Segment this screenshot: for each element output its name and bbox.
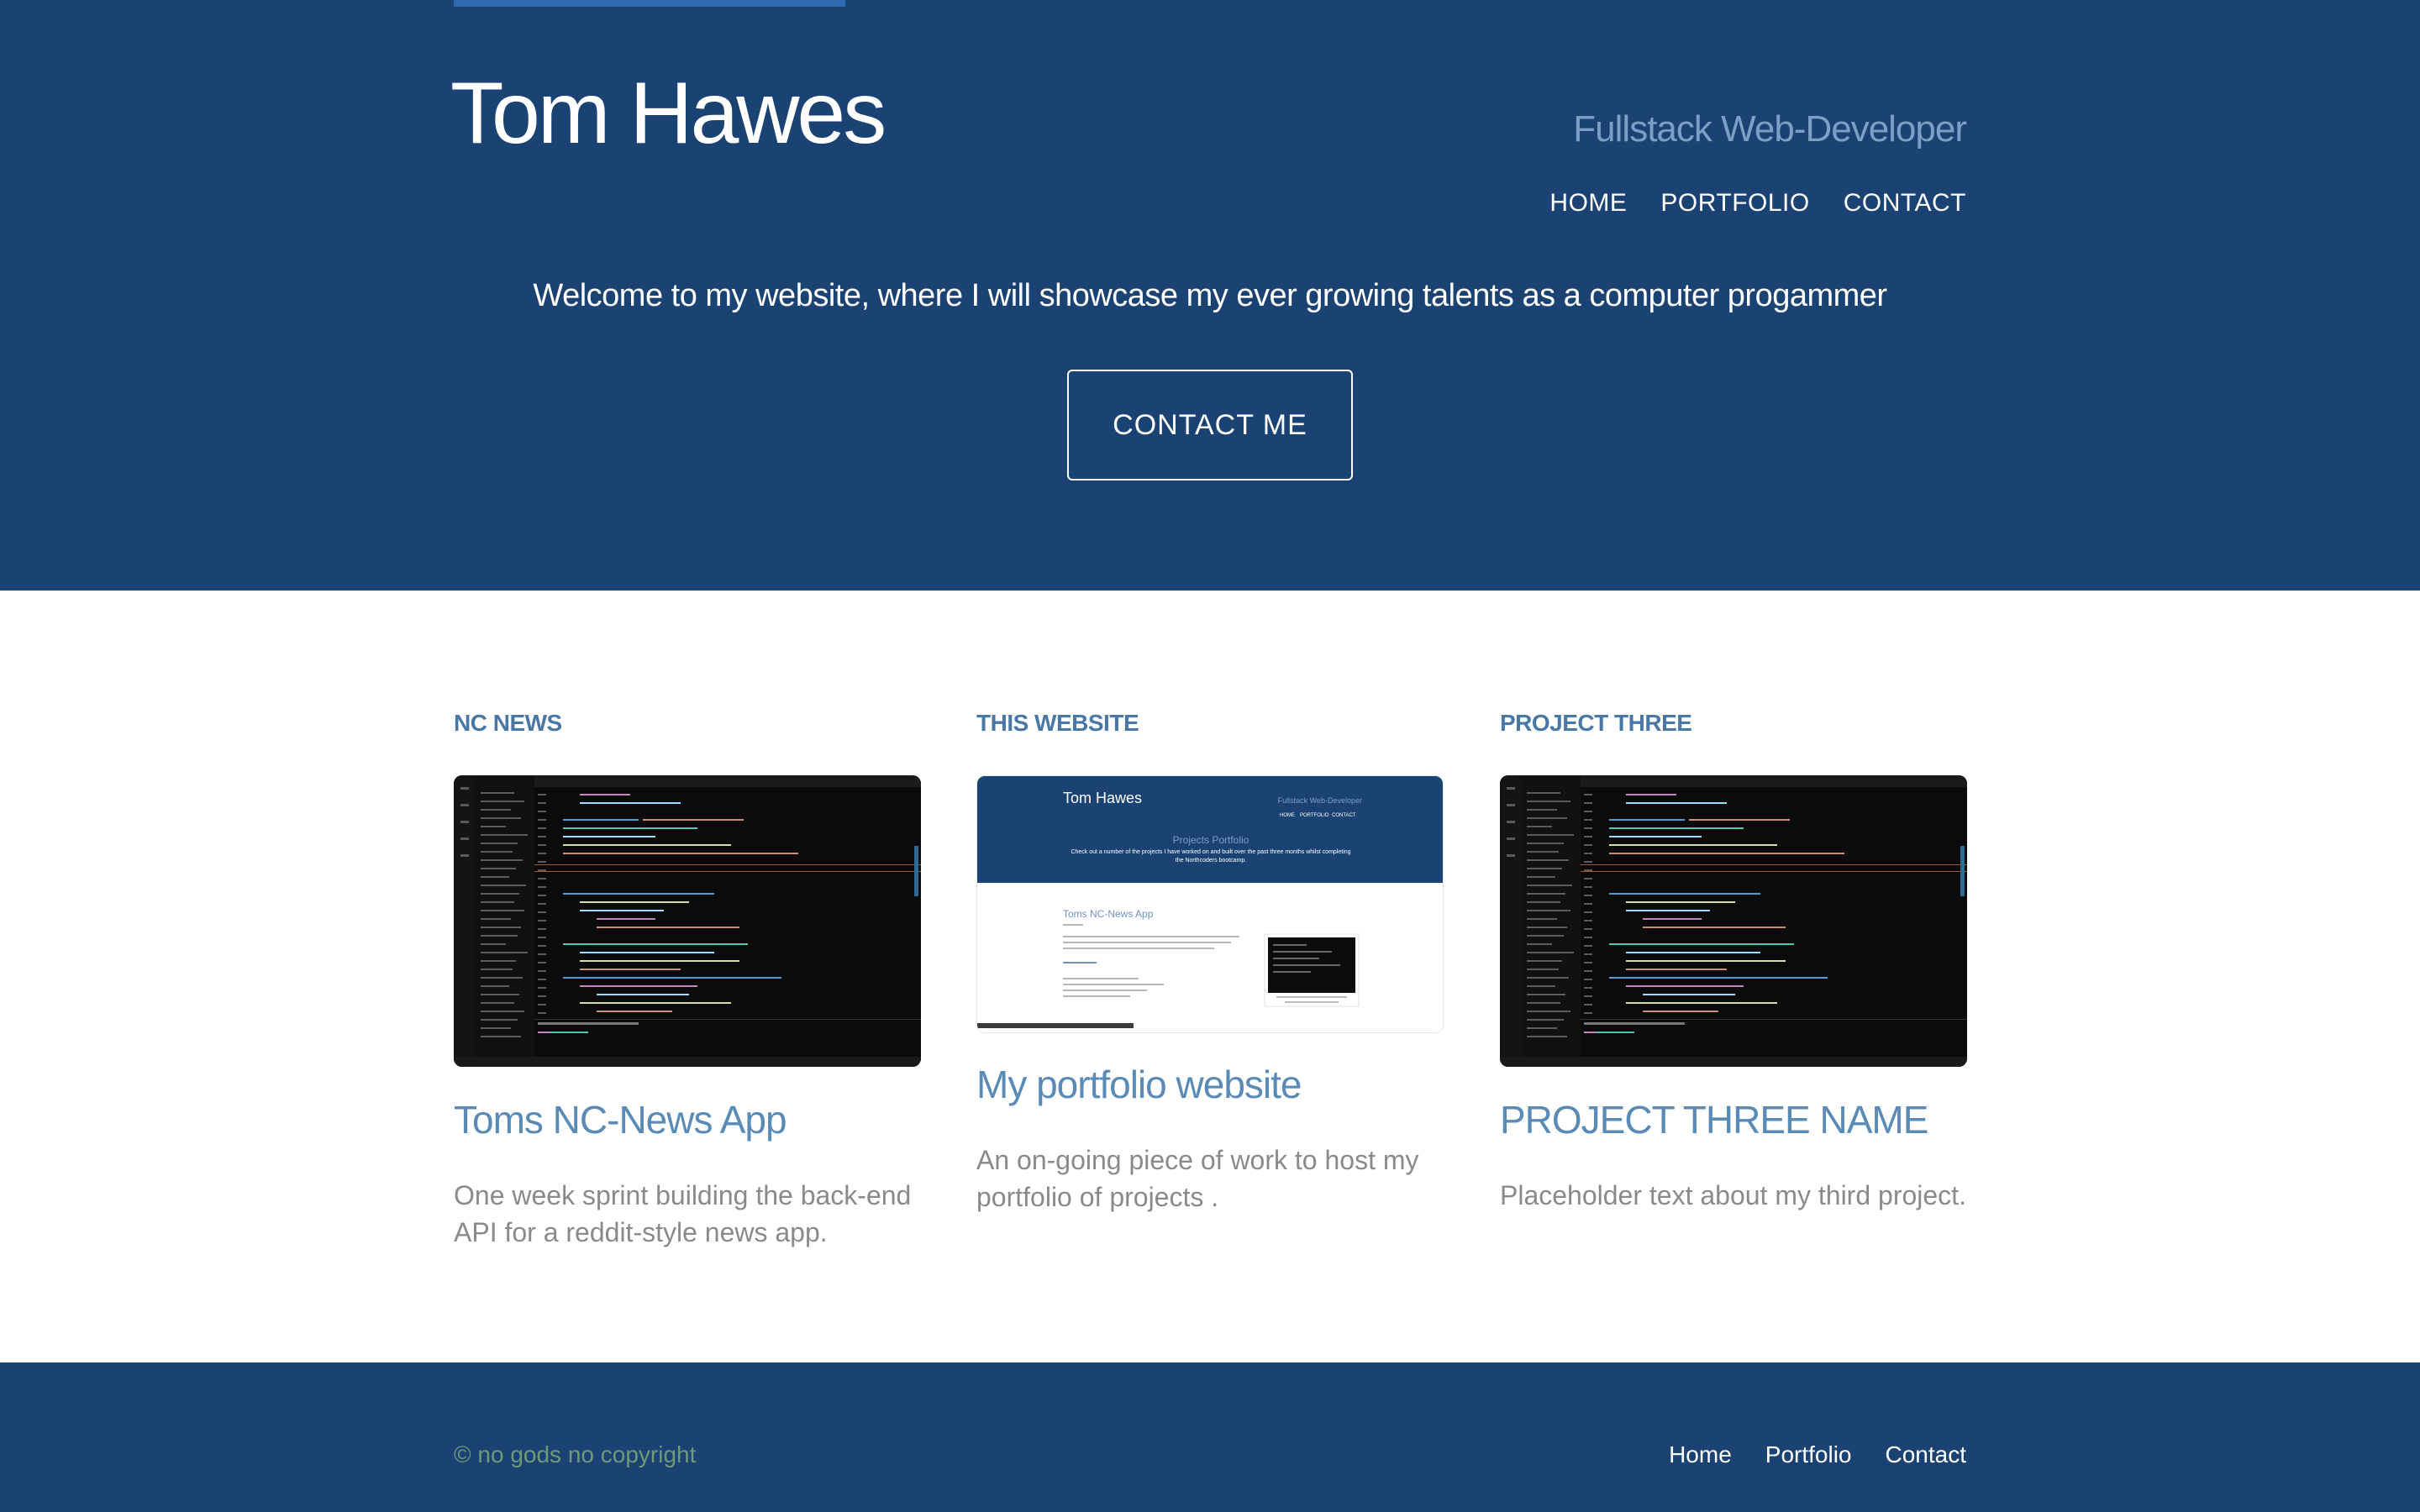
preview-heading: Projects Portfolio [1173,834,1249,846]
footer-portfolio-link[interactable]: Portfolio [1765,1436,1852,1473]
nav-home-link[interactable]: HOME [1549,185,1627,222]
site-title: Tom Hawes [450,65,886,162]
preview-nav-home: HOME [1280,813,1295,818]
website-preview-screenshot-icon: Tom Hawes Fullstack Web-Developer HOME P… [977,776,1443,1028]
preview-nav-contact: CONTACT [1332,813,1356,818]
main-nav: HOME PORTFOLIO CONTACT [1549,185,1966,222]
site-footer [0,1362,2420,1512]
projects-section: NC NEWS Toms NC-News App One week sprint… [0,591,2420,1363]
nav-contact-link[interactable]: CONTACT [1844,185,1966,222]
preview-item-title: Toms NC-News App [1063,908,1154,920]
project-heading: THIS WEBSITE [976,710,1139,736]
hero-accent-bar [454,0,845,7]
footer-home-link[interactable]: Home [1669,1436,1732,1473]
project-heading: NC NEWS [454,710,562,736]
preview-nav-portfolio: PORTFOLIO [1300,813,1329,818]
footer-contact-link[interactable]: Contact [1886,1436,1967,1473]
project-name[interactable]: Toms NC-News App [454,1095,787,1145]
project-screenshot[interactable] [454,775,921,1067]
project-name[interactable]: PROJECT THREE NAME [1500,1095,1928,1145]
project-description: An on-going piece of work to host my por… [976,1145,1419,1212]
project-heading: PROJECT THREE [1500,710,1692,736]
contact-me-button[interactable]: CONTACT ME [1067,370,1353,480]
welcome-text: Welcome to my website, where I will show… [533,278,1887,313]
project-screenshot[interactable]: Tom Hawes Fullstack Web-Developer HOME P… [976,775,1444,1033]
code-editor-screenshot-icon [1500,775,1967,1067]
project-description: Placeholder text about my third project. [1500,1180,1966,1210]
code-editor-screenshot-icon [454,775,921,1067]
preview-blurb: Check out a number of the projects I hav… [1071,849,1351,864]
copyright-text: © no gods no copyright [454,1441,697,1467]
preview-tagline: Fullstack Web-Developer [1278,796,1362,805]
project-name[interactable]: My portfolio website [976,1059,1302,1110]
nav-portfolio-link[interactable]: PORTFOLIO [1660,185,1809,222]
footer-nav: Home Portfolio Contact [1669,1436,1966,1473]
project-screenshot[interactable] [1500,775,1967,1067]
preview-title: Tom Hawes [1063,790,1142,806]
project-description: One week sprint building the back-end AP… [454,1180,912,1247]
site-tagline: Fullstack Web-Developer [1573,108,1967,150]
